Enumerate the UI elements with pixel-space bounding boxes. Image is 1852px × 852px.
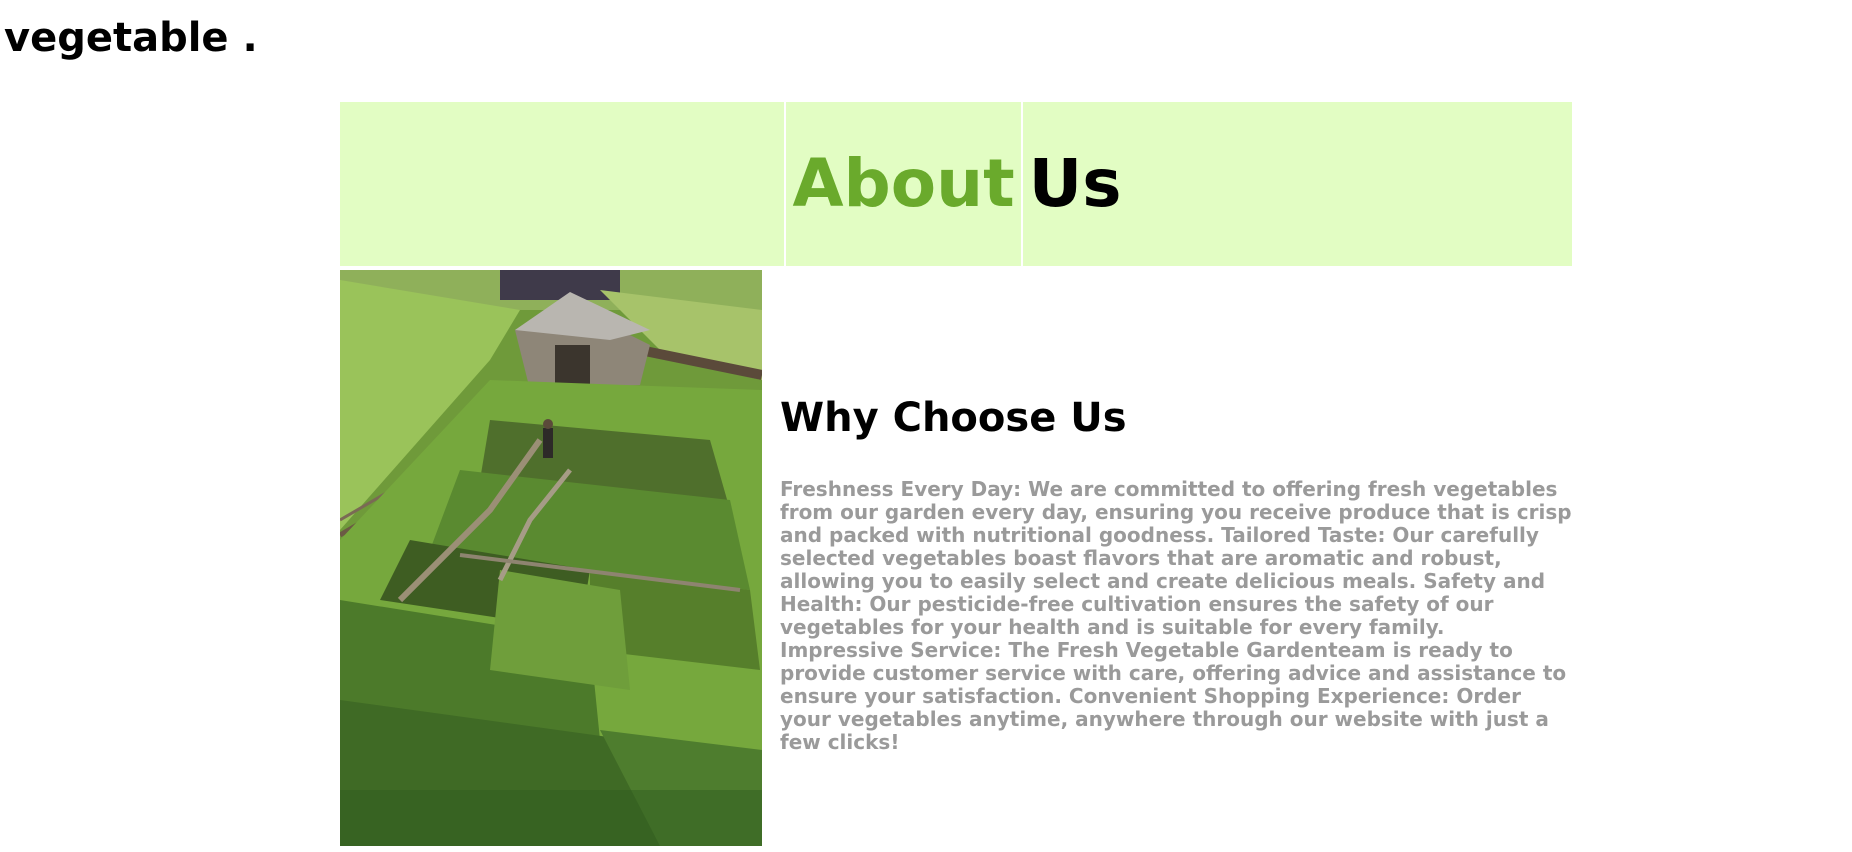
brand-logo[interactable]: vegetable . [4,18,258,58]
why-choose-us-section: Why Choose Us Freshness Every Day: We ar… [780,396,1572,754]
garden-photo [340,270,762,846]
about-us-banner: About Us [340,102,1572,266]
banner-left-panel [340,102,784,266]
why-choose-us-description: Freshness Every Day: We are committed to… [780,477,1572,754]
banner-right-panel [1128,102,1572,266]
why-choose-us-heading: Why Choose Us [780,395,1127,441]
about-title-rest: Us [1028,145,1122,222]
about-title-accent: About [792,145,1015,222]
